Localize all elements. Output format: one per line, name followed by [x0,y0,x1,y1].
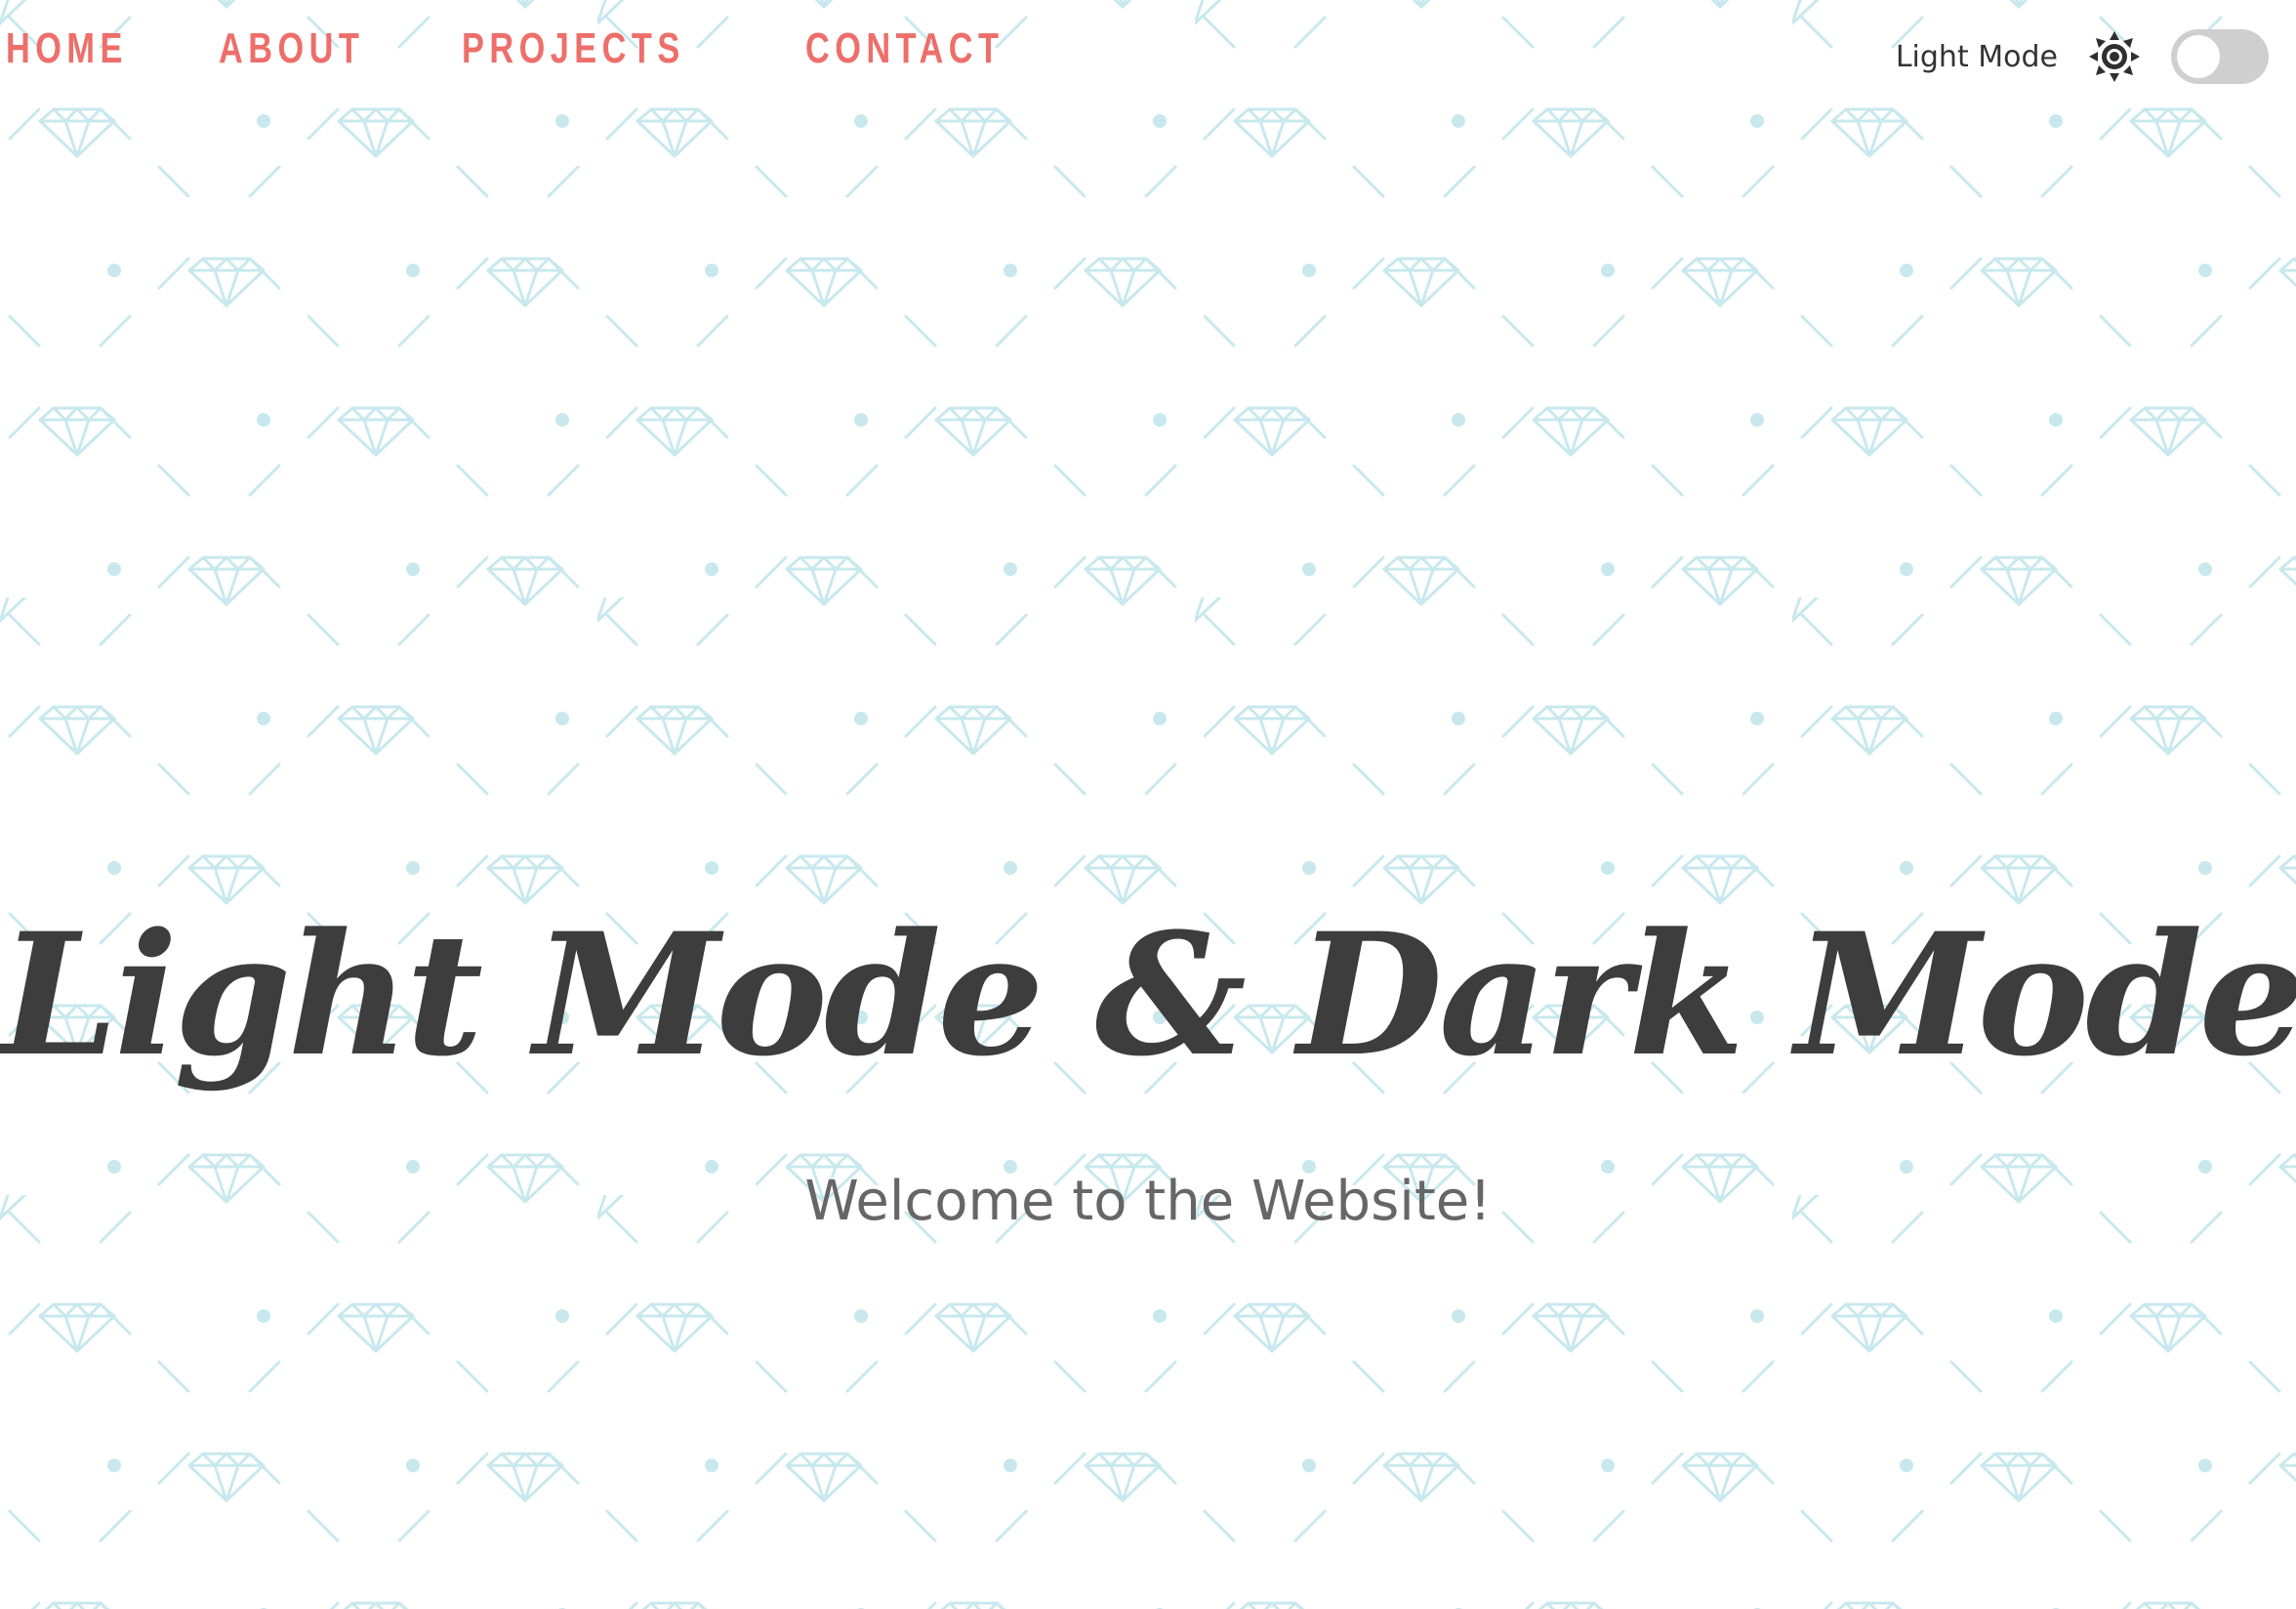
nav-projects-link[interactable]: PROJECTS [462,27,685,70]
theme-toggle-switch[interactable] [2171,29,2269,84]
hero-subtitle: Welcome to the Website! [804,1170,1492,1233]
theme-mode-label: Light Mode [1895,39,2058,74]
nav-about-link[interactable]: ABOUT [219,27,364,70]
nav-contact-link[interactable]: CONTACT [805,27,1004,70]
sun-icon [2089,31,2140,82]
theme-switch-area: Light Mode [1896,23,2269,90]
diamond-pattern-background [0,0,2296,1609]
main-navigation: HOME ABOUT PROJECTS CONTACT [0,21,1059,76]
hero-title: Light Mode & Dark Mode [0,895,2296,1093]
nav-home-link[interactable]: HOME [6,27,128,70]
toggle-knob [2177,35,2220,78]
